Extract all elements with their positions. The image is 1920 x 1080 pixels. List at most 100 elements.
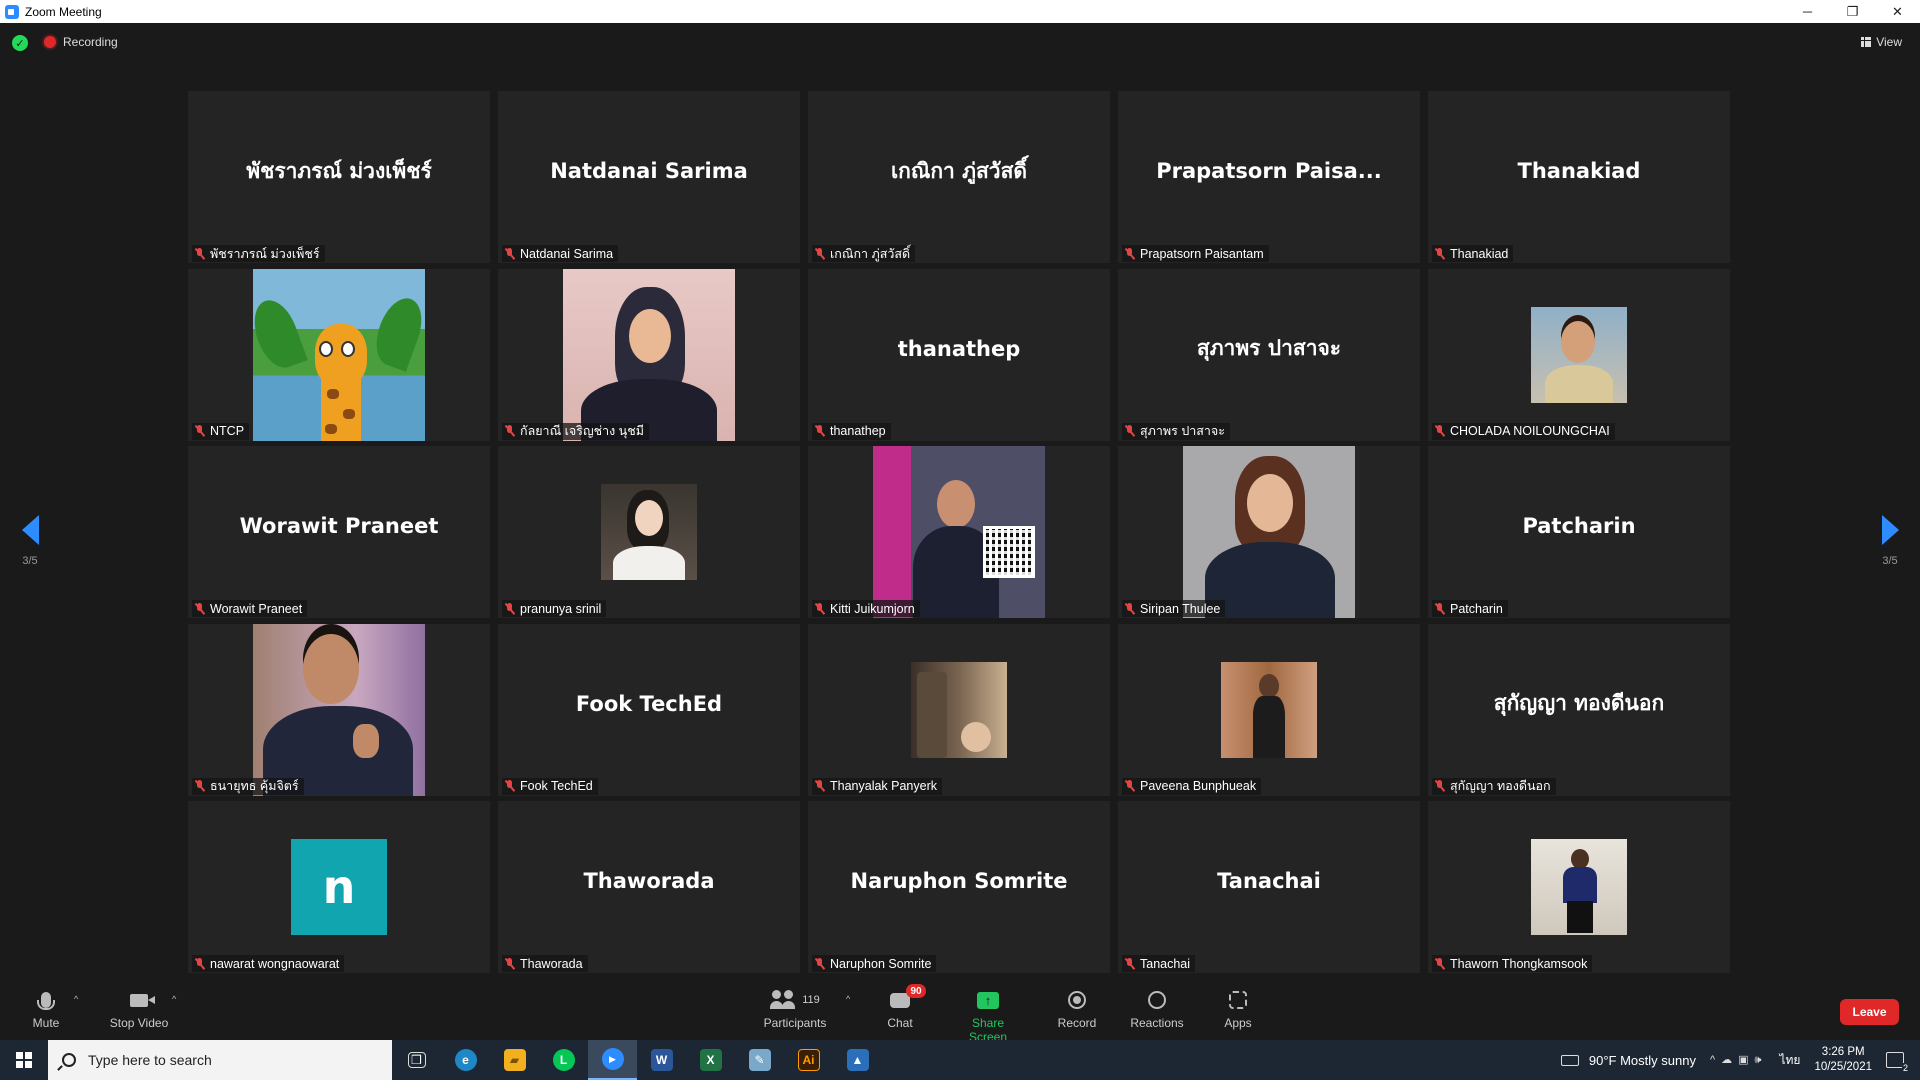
taskbar-zoom[interactable]: ▶ xyxy=(588,1040,637,1080)
tray-icons[interactable]: ^☁▣🕪 xyxy=(1710,1053,1768,1067)
participant-name: ธนายุทธ คุ้มจิตร์ xyxy=(210,779,299,793)
participant-name-label: เกณิกา ภู่สวัสดิ์ xyxy=(812,245,916,262)
share-screen-button[interactable]: ↑ Share Screen xyxy=(952,988,1024,1044)
participant-name-label: Patcharin xyxy=(1432,600,1508,617)
participant-photo xyxy=(253,623,425,796)
encryption-shield-icon[interactable]: ✓ xyxy=(12,35,28,51)
taskbar-notepad[interactable]: ✎ xyxy=(735,1040,784,1080)
participant-tile[interactable]: Fook TechEd Fook TechEd xyxy=(498,623,800,796)
participant-tile[interactable]: NTCP xyxy=(188,268,490,441)
view-button[interactable]: View xyxy=(1861,35,1902,49)
participant-name: pranunya srinil xyxy=(520,601,602,616)
reactions-button[interactable]: Reactions xyxy=(1130,988,1184,1030)
video-options-caret[interactable]: ^ xyxy=(172,994,176,1004)
taskbar-search-box[interactable]: Type here to search xyxy=(48,1040,392,1080)
participant-display-name: Natdanai Sarima xyxy=(550,159,748,183)
participant-tile[interactable]: pranunya srinil xyxy=(498,446,800,618)
weather-widget[interactable]: 90°F Mostly sunny xyxy=(1560,1053,1696,1068)
start-button[interactable] xyxy=(0,1040,48,1080)
participant-tile[interactable]: พัชราภรณ์ ม่วงเพ็ชร์ พัชราภรณ์ ม่วงเพ็ชร… xyxy=(188,91,490,263)
participant-tile[interactable]: Prapatsorn Paisa... Prapatsorn Paisantam xyxy=(1118,91,1420,263)
grid-view-icon xyxy=(1861,37,1872,47)
participant-tile[interactable]: ธนายุทธ คุ้มจิตร์ xyxy=(188,623,490,796)
participant-photo xyxy=(1183,446,1355,618)
participant-tile[interactable]: CHOLADA NOILOUNGCHAI xyxy=(1428,268,1730,441)
taskbar-word[interactable]: W xyxy=(637,1040,686,1080)
recording-label: Recording xyxy=(63,35,118,49)
taskbar-line[interactable]: L xyxy=(539,1040,588,1080)
participant-tile[interactable]: n nawarat wongnaowarat xyxy=(188,801,490,973)
stop-video-button[interactable]: Stop Video xyxy=(105,988,173,1030)
mic-muted-icon xyxy=(814,247,825,260)
zoom-logo-icon xyxy=(5,4,19,19)
input-language[interactable]: ไทย xyxy=(1779,1051,1800,1070)
participants-button[interactable]: 119 Participants xyxy=(758,988,832,1030)
participant-name: Thanakiad xyxy=(1450,246,1509,261)
taskbar-file-explorer[interactable]: ▰ xyxy=(490,1040,539,1080)
leave-meeting-button[interactable]: Leave xyxy=(1840,999,1899,1025)
participant-tile[interactable]: Tanachai Tanachai xyxy=(1118,801,1420,973)
participant-tile[interactable]: Thanyalak Panyerk xyxy=(808,623,1110,796)
participant-tile[interactable]: Thaworada Thaworada xyxy=(498,801,800,973)
taskbar-excel[interactable]: X xyxy=(686,1040,735,1080)
participant-display-name: Patcharin xyxy=(1522,514,1636,538)
participant-tile[interactable]: Thanakiad Thanakiad xyxy=(1428,91,1730,263)
participant-tile[interactable]: Siripan Thulee xyxy=(1118,446,1420,618)
participant-tile[interactable]: Paveena Bunphueak xyxy=(1118,623,1420,796)
participant-tile[interactable]: สุกัญญา ทองดีนอก สุกัญญา ทองดีนอก xyxy=(1428,623,1730,796)
mic-muted-icon xyxy=(1434,780,1445,792)
participant-name-label: Thaworn Thongkamsook xyxy=(1432,955,1593,972)
participant-tile[interactable]: thanathep thanathep xyxy=(808,268,1110,441)
participant-name: Patcharin xyxy=(1450,601,1503,616)
participants-count: 119 xyxy=(802,994,820,1006)
participant-name-label: Paveena Bunphueak xyxy=(1122,777,1262,795)
participant-photo xyxy=(1221,661,1317,758)
giraffe-cartoon-picture xyxy=(253,268,425,441)
participant-display-name: Thanakiad xyxy=(1517,159,1641,183)
chat-button[interactable]: 90 Chat xyxy=(884,984,926,1030)
clock-date: 10/25/2021 xyxy=(1814,1061,1872,1073)
participant-name-label: Prapatsorn Paisantam xyxy=(1122,245,1269,262)
participant-photo xyxy=(1531,306,1627,403)
record-button[interactable]: Record xyxy=(1056,988,1098,1030)
mic-muted-icon xyxy=(194,602,205,615)
view-label: View xyxy=(1876,35,1902,49)
mute-button[interactable]: Mute xyxy=(30,988,62,1030)
taskbar-photos[interactable]: ▲ xyxy=(833,1040,882,1080)
participant-tile[interactable]: Worawit Praneet Worawit Praneet xyxy=(188,446,490,618)
mute-label: Mute xyxy=(32,1016,60,1030)
reactions-label: Reactions xyxy=(1130,1016,1184,1030)
page-indicator-left: 3/5 xyxy=(22,555,38,567)
participant-name-label: สุกัญญา ทองดีนอก xyxy=(1432,777,1556,795)
participant-tile[interactable]: Kitti Juikumjorn xyxy=(808,446,1110,618)
audio-options-caret[interactable]: ^ xyxy=(74,994,78,1004)
participant-tile[interactable]: Natdanai Sarima Natdanai Sarima xyxy=(498,91,800,263)
restore-button[interactable]: ❐ xyxy=(1830,0,1875,23)
mic-muted-icon xyxy=(1434,247,1445,260)
microphone-icon xyxy=(37,992,55,1010)
participant-tile[interactable]: เกณิกา ภู่สวัสดิ์ เกณิกา ภู่สวัสดิ์ xyxy=(808,91,1110,263)
previous-page-button[interactable]: 3/5 xyxy=(10,515,50,567)
apps-button[interactable]: Apps xyxy=(1222,988,1254,1030)
participant-tile[interactable]: Patcharin Patcharin xyxy=(1428,446,1730,618)
participant-tile[interactable]: สุภาพร ปาสาจะ สุภาพร ปาสาจะ xyxy=(1118,268,1420,441)
notification-center-icon[interactable]: 2 xyxy=(1886,1052,1909,1073)
participant-tile[interactable]: Naruphon Somrite Naruphon Somrite xyxy=(808,801,1110,973)
taskbar-illustrator[interactable]: Ai xyxy=(784,1040,833,1080)
clock-time: 3:26 PM xyxy=(1821,1046,1865,1058)
participant-tile[interactable]: กัลยาณี เจริญช่าง นุชมี xyxy=(498,268,800,441)
participant-name: กัลยาณี เจริญช่าง นุชมี xyxy=(520,424,644,438)
participant-photo xyxy=(563,268,735,441)
minimize-button[interactable]: ─ xyxy=(1785,0,1830,23)
taskbar-task-view[interactable]: ❒ xyxy=(392,1040,441,1080)
close-button[interactable]: ✕ xyxy=(1875,0,1920,23)
arrow-left-icon xyxy=(21,515,39,545)
participant-tile[interactable]: Thaworn Thongkamsook xyxy=(1428,801,1730,973)
participant-name-label: กัลยาณี เจริญช่าง นุชมี xyxy=(502,422,649,440)
recording-indicator[interactable]: Recording xyxy=(44,35,118,49)
participant-display-name: สุภาพร ปาสาจะ xyxy=(1196,336,1342,360)
participants-options-caret[interactable]: ^ xyxy=(846,994,850,1004)
taskbar-edge[interactable]: e xyxy=(441,1040,490,1080)
taskbar-clock[interactable]: 3:26 PM 10/25/2021 xyxy=(1814,1045,1872,1075)
next-page-button[interactable]: 3/5 xyxy=(1870,515,1910,567)
